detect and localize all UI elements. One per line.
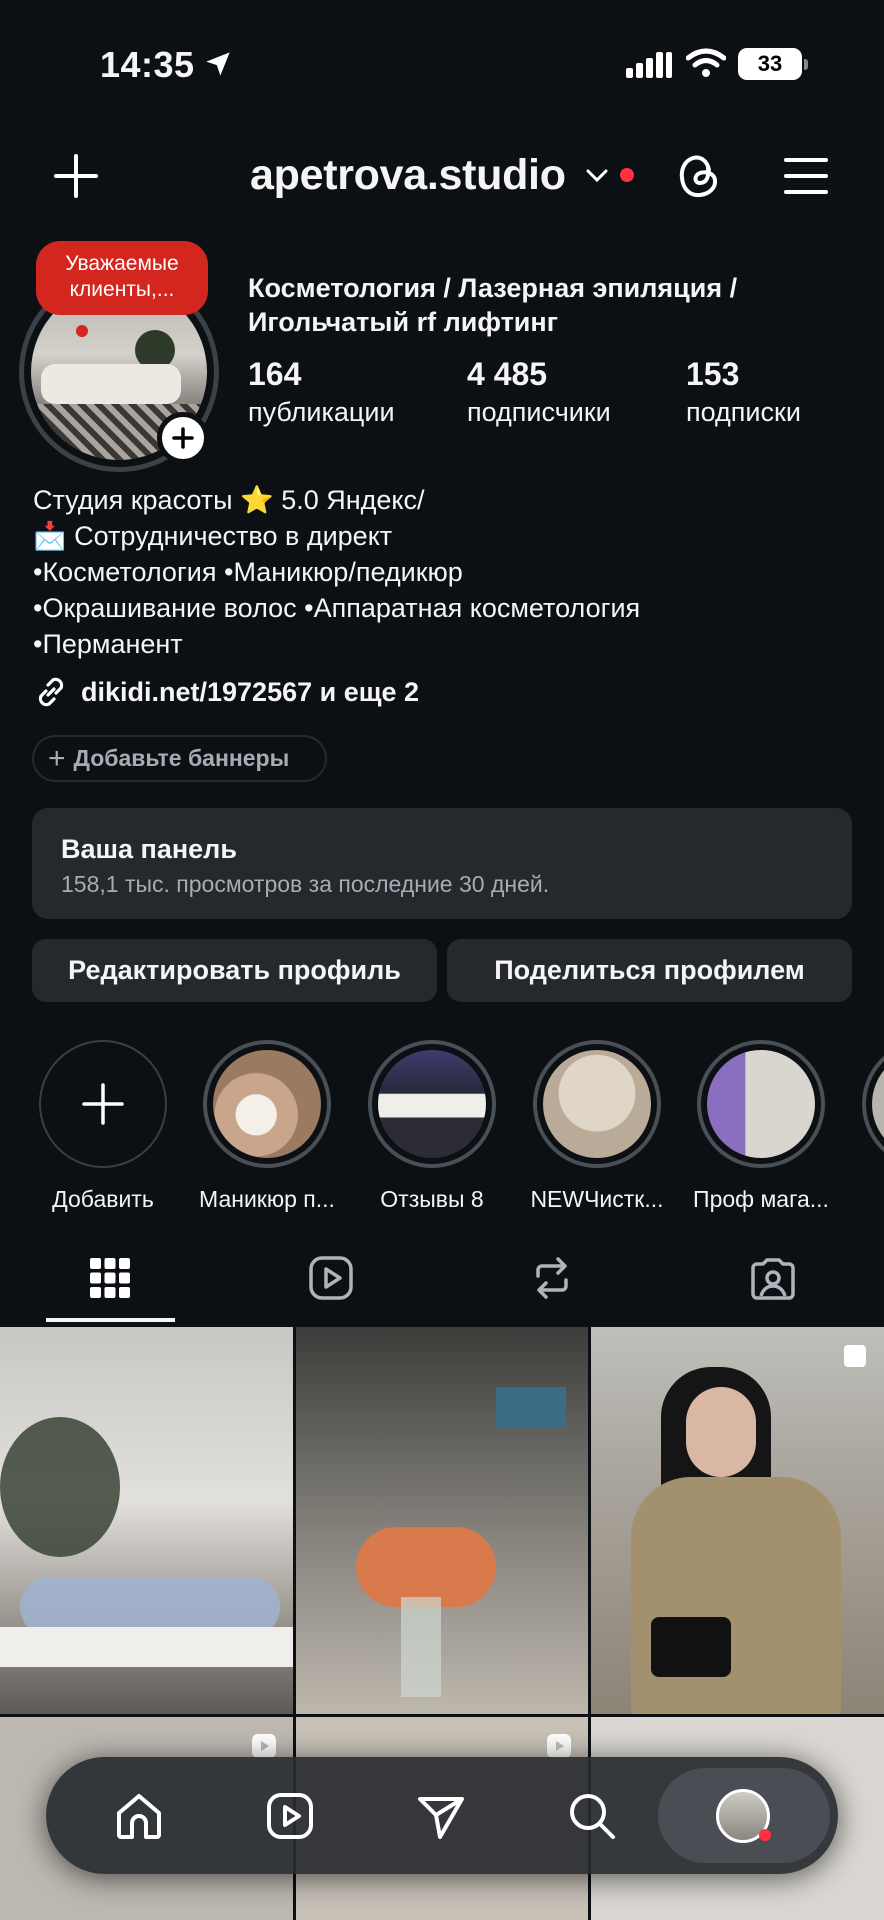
- stat-label: подписки: [686, 397, 801, 427]
- tagged-tab-icon[interactable]: [749, 1254, 797, 1302]
- reels-icon[interactable]: [265, 1791, 315, 1841]
- create-plus-icon[interactable]: [54, 154, 98, 198]
- professional-dashboard[interactable]: Ваша панель 158,1 тыс. просмотров за пос…: [32, 808, 852, 919]
- profile-note-bubble[interactable]: Уважаемые клиенты,...: [36, 241, 208, 337]
- dashboard-title: Ваша панель: [61, 834, 237, 864]
- stat-following[interactable]: 153 подписки: [686, 356, 801, 428]
- send-message-icon[interactable]: [416, 1791, 466, 1841]
- profile-link[interactable]: dikidi.net/1972567 и еще 2: [33, 672, 419, 712]
- highlight-item[interactable]: Проф мага...: [693, 1040, 829, 1212]
- highlight-item[interactable]: Отзывы 8: [368, 1040, 496, 1212]
- plus-icon: [82, 1083, 124, 1125]
- account-username[interactable]: apetrova.studio: [250, 151, 566, 200]
- reels-tab-icon[interactable]: [307, 1254, 355, 1302]
- post-thumbnail[interactable]: [591, 1327, 884, 1714]
- highlight-label: Маникюр п...: [199, 1186, 335, 1212]
- reposts-tab-icon[interactable]: [528, 1254, 576, 1302]
- threads-icon[interactable]: [676, 152, 722, 200]
- location-arrow-icon: [206, 52, 230, 76]
- bio-line: •Перманент: [33, 629, 183, 659]
- stat-value: 164: [248, 356, 302, 392]
- post-thumbnail[interactable]: [0, 1327, 293, 1714]
- bio-line: Студия красоты ⭐️ 5.0 Яндекс/: [33, 485, 425, 515]
- bio-line: •Косметология •Маникюр/педикюр: [33, 557, 463, 587]
- home-icon[interactable]: [114, 1791, 164, 1841]
- notification-dot: [620, 168, 634, 182]
- stat-label: публикации: [248, 397, 395, 427]
- highlight-item[interactable]: NEWЧистк...: [530, 1040, 664, 1212]
- highlight-item[interactable]: [862, 1040, 884, 1168]
- plus-icon: +: [48, 741, 66, 775]
- stat-value: 153: [686, 356, 740, 392]
- stat-followers[interactable]: 4 485 подписчики: [467, 356, 611, 428]
- battery-indicator: 33: [738, 48, 808, 80]
- highlight-label: NEWЧистк...: [530, 1186, 664, 1212]
- profile-bio: Студия красоты ⭐️ 5.0 Яндекс/ 📩 Сотрудни…: [33, 482, 853, 662]
- highlight-item[interactable]: Маникюр п...: [199, 1040, 335, 1212]
- bio-line: 📩 Сотрудничество в директ: [33, 521, 393, 551]
- profile-category: Косметология / Лазерная эпиляция / Иголь…: [248, 273, 738, 337]
- highlight-add[interactable]: Добавить: [39, 1040, 167, 1212]
- grid-tab-icon[interactable]: [86, 1254, 134, 1302]
- search-icon[interactable]: [567, 1791, 617, 1841]
- share-profile-button[interactable]: Поделиться профилем: [447, 939, 852, 1002]
- wifi-icon: [686, 48, 726, 77]
- cellular-signal-icon: [626, 52, 672, 78]
- active-tab-indicator: [46, 1318, 175, 1322]
- notification-dot: [759, 1829, 771, 1841]
- bio-line: •Окрашивание волос •Аппаратная косметоло…: [33, 593, 641, 623]
- carousel-icon: [844, 1345, 866, 1367]
- dashboard-subtitle: 158,1 тыс. просмотров за последние 30 дн…: [61, 871, 550, 897]
- link-icon: [38, 677, 64, 707]
- post-thumbnail[interactable]: [296, 1327, 588, 1714]
- highlight-label: Отзывы 8: [380, 1186, 484, 1212]
- stat-posts[interactable]: 164 публикации: [248, 356, 395, 428]
- status-time: 14:35: [100, 44, 195, 85]
- add-banners-label: Добавьте баннеры: [73, 745, 290, 771]
- stat-label: подписчики: [467, 397, 611, 427]
- add-banners-button[interactable]: + Добавьте баннеры: [32, 735, 327, 782]
- menu-hamburger-icon[interactable]: [784, 156, 828, 196]
- status-bar: 14:35 33: [0, 0, 884, 130]
- highlight-label: Добавить: [52, 1186, 154, 1212]
- stat-value: 4 485: [467, 356, 548, 392]
- plus-icon: [172, 427, 194, 449]
- link-text[interactable]: dikidi.net/1972567 и еще 2: [81, 677, 419, 708]
- chevron-down-icon[interactable]: [586, 168, 608, 184]
- edit-profile-button[interactable]: Редактировать профиль: [32, 939, 437, 1002]
- highlight-label: Проф мага...: [693, 1186, 829, 1212]
- add-story-button[interactable]: [157, 412, 209, 464]
